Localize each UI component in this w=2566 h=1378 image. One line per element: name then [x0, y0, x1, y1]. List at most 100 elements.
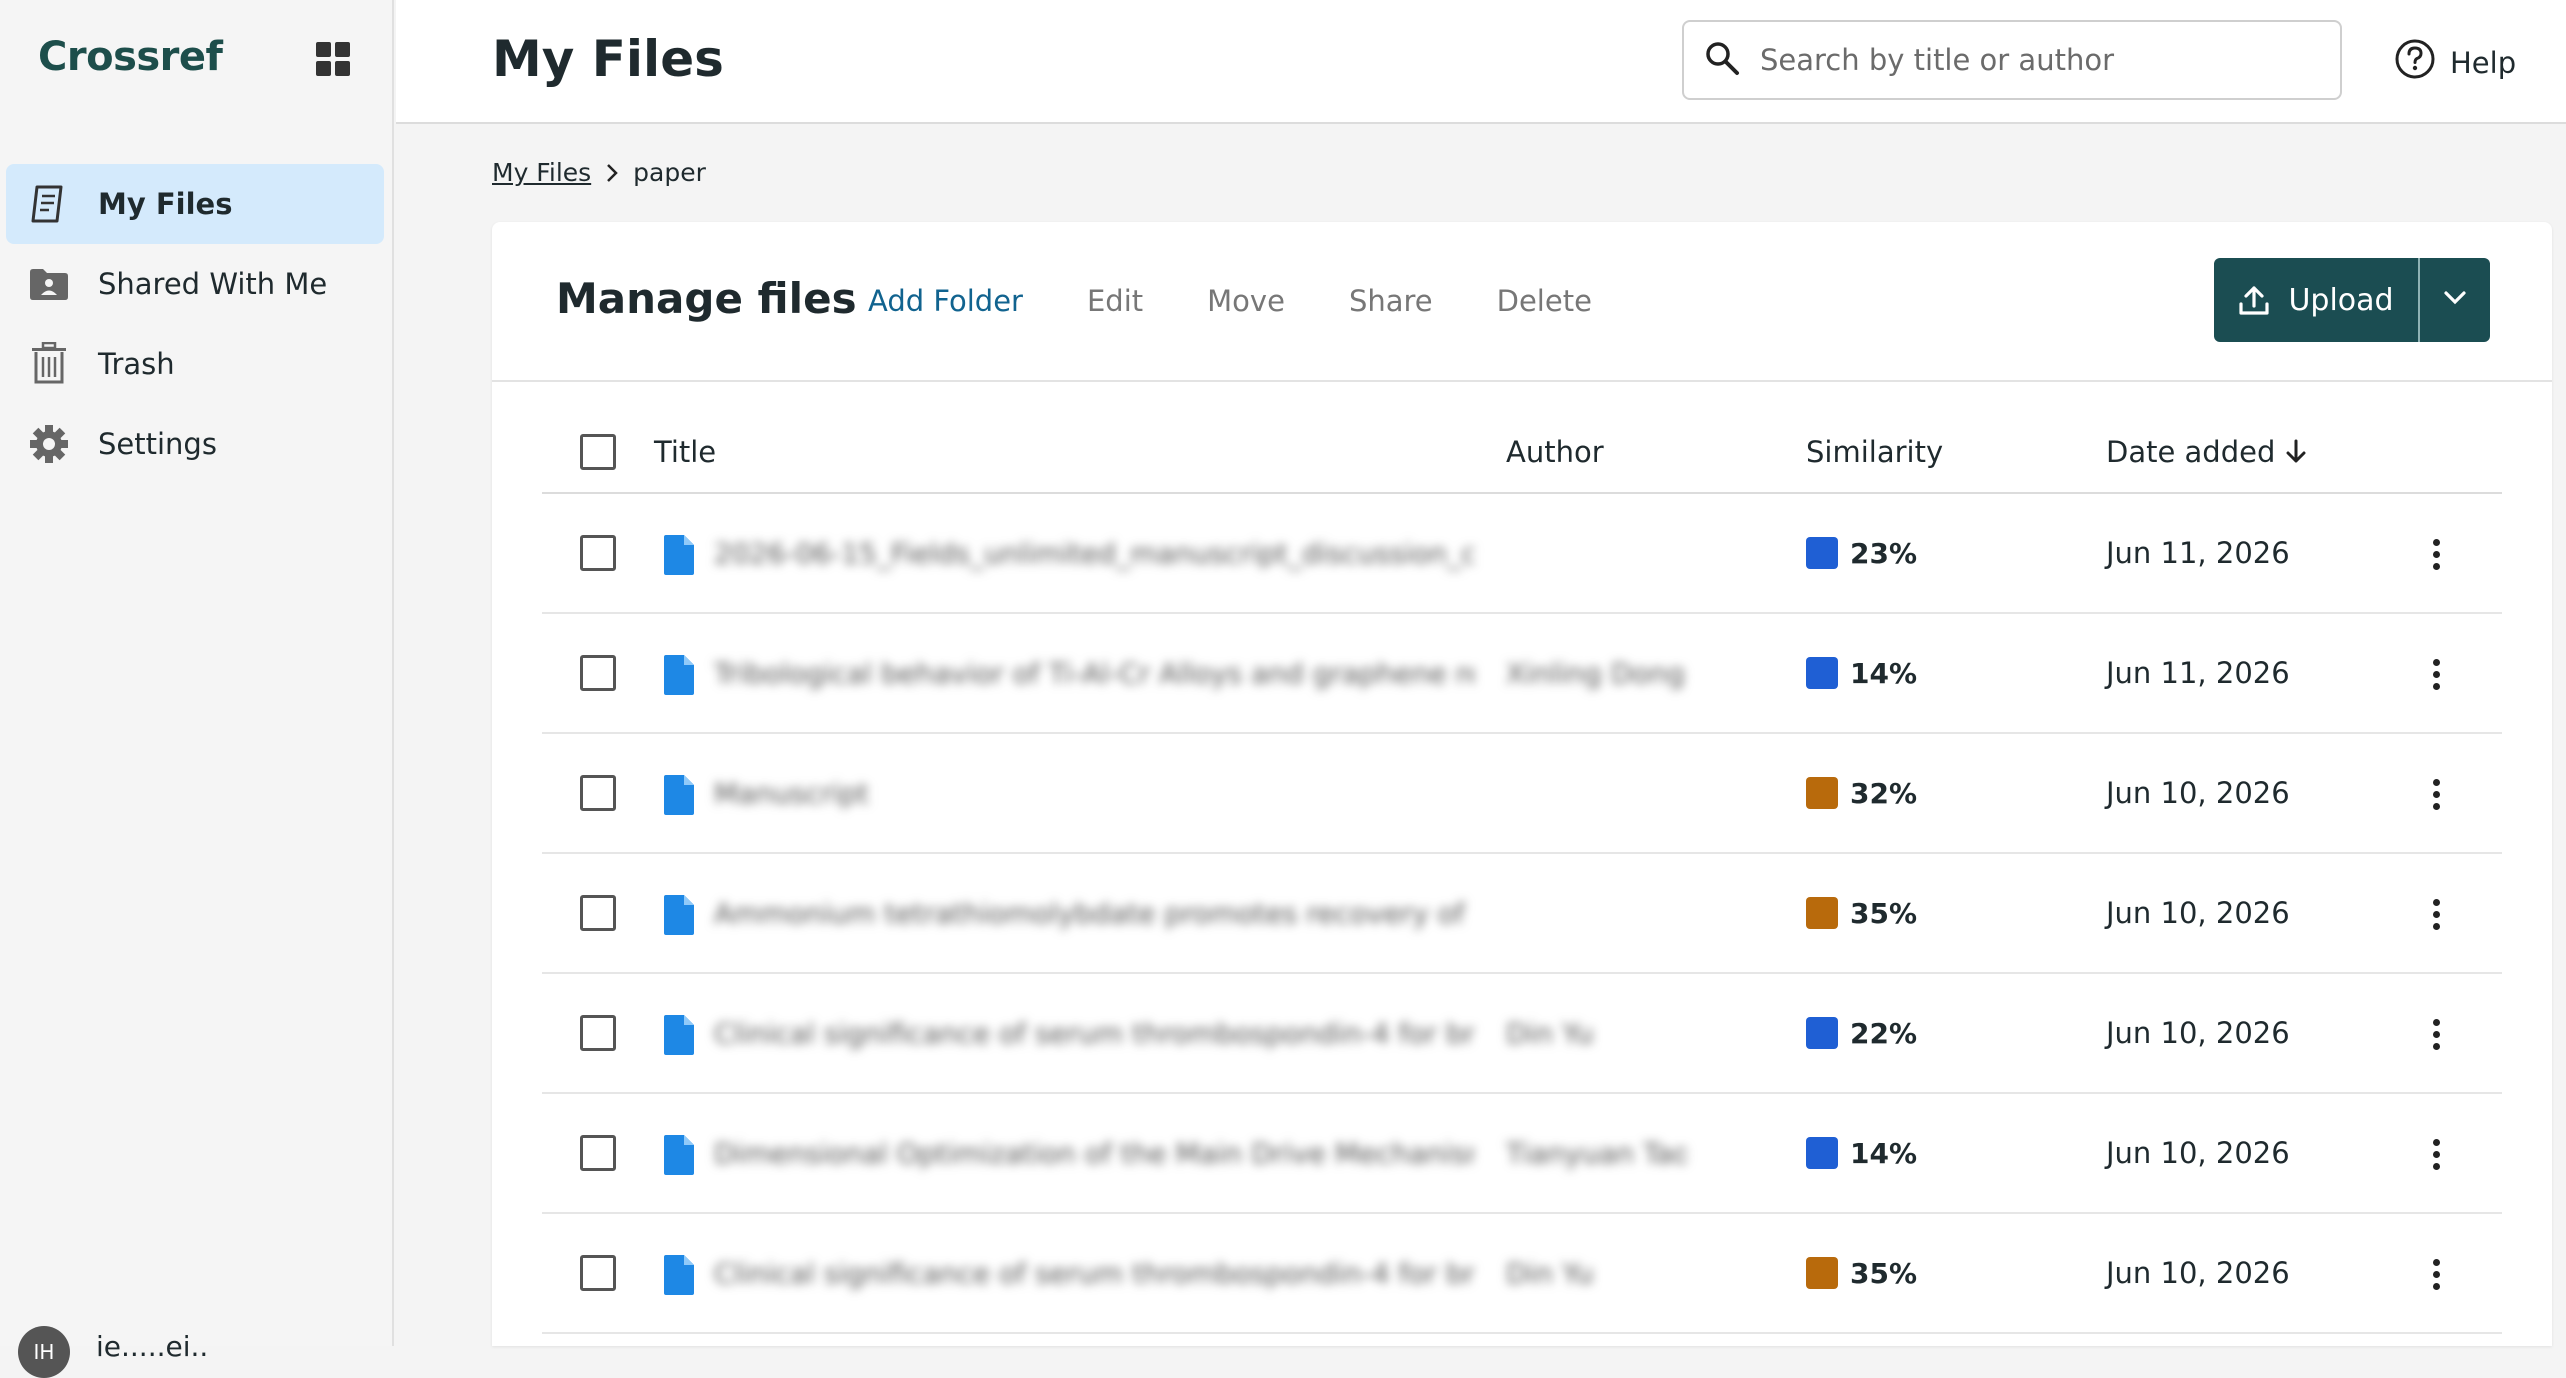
similarity-value: 23% [1850, 536, 1918, 570]
sidebar-item-shared-with-me[interactable]: Shared With Me [6, 244, 384, 324]
help-icon [2394, 38, 2436, 87]
similarity-swatch [1806, 777, 1838, 809]
date-added: Jun 10, 2026 [2106, 896, 2290, 930]
chevron-down-icon [2443, 290, 2467, 310]
file-icon [662, 534, 696, 580]
table-row[interactable]: Clinical significance of serum thrombosp… [542, 974, 2502, 1094]
similarity-score[interactable]: 23% [1806, 537, 1917, 570]
more-options-icon[interactable] [2416, 654, 2456, 694]
help-button[interactable]: Help [2394, 38, 2516, 87]
row-checkbox[interactable] [580, 1135, 616, 1171]
table-row[interactable]: 2026-06-15_Fields_unlimited_manuscript_d… [542, 494, 2502, 614]
similarity-value: 14% [1850, 1136, 1918, 1170]
user-name[interactable]: ie.....ei.. [96, 1330, 208, 1363]
more-options-icon[interactable] [2416, 534, 2456, 574]
file-icon [662, 1134, 696, 1180]
sidebar-item-trash[interactable]: Trash [6, 324, 384, 404]
add-folder-button[interactable]: Add Folder [868, 284, 1023, 318]
file-title[interactable]: Tribological behavior of Ti-Al-Cr Alloys… [714, 657, 1474, 690]
search-box[interactable] [1682, 20, 2342, 100]
file-icon [662, 654, 696, 700]
file-icon [662, 894, 696, 940]
files-table: Title Author Similarity Date added 2026-… [542, 412, 2502, 1334]
upload-split-button: Upload [2214, 258, 2490, 342]
more-options-icon[interactable] [2416, 1134, 2456, 1174]
column-title[interactable]: Title [654, 435, 716, 469]
sidebar-item-settings[interactable]: Settings [6, 404, 384, 484]
similarity-value: 14% [1850, 656, 1918, 690]
table-row[interactable]: Tribological behavior of Ti-Al-Cr Alloys… [542, 614, 2502, 734]
sidebar-item-my-files[interactable]: My Files [6, 164, 384, 244]
breadcrumb-root-link[interactable]: My Files [492, 158, 591, 187]
table-row[interactable]: Manuscript 32% Jun 10, 2026 [542, 734, 2502, 854]
similarity-score[interactable]: 35% [1806, 897, 1917, 930]
row-checkbox[interactable] [580, 775, 616, 811]
upload-button[interactable]: Upload [2214, 258, 2418, 342]
file-title[interactable]: 2026-06-15_Fields_unlimited_manuscript_d… [714, 537, 1474, 570]
similarity-value: 32% [1850, 776, 1918, 810]
date-added: Jun 10, 2026 [2106, 1136, 2290, 1170]
table-row[interactable]: Ammonium tetrathiomolybdate promotes rec… [542, 854, 2502, 974]
breadcrumb-current: paper [633, 158, 706, 187]
avatar[interactable]: IH [18, 1326, 70, 1378]
similarity-value: 35% [1850, 1256, 1918, 1290]
row-checkbox[interactable] [580, 1255, 616, 1291]
upload-icon [2238, 284, 2270, 316]
more-options-icon[interactable] [2416, 1254, 2456, 1294]
help-label: Help [2450, 45, 2517, 80]
sidebar-item-label: Trash [98, 347, 175, 381]
more-options-icon[interactable] [2416, 894, 2456, 934]
similarity-score[interactable]: 35% [1806, 1257, 1917, 1290]
table-row[interactable]: Dimensional Optimization of the Main Dri… [542, 1094, 2502, 1214]
file-title[interactable]: Dimensional Optimization of the Main Dri… [714, 1137, 1474, 1170]
panel-header: Manage files Add Folder Edit Move Share … [492, 222, 2552, 382]
file-title[interactable]: Clinical significance of serum thrombosp… [714, 1017, 1474, 1050]
share-button[interactable]: Share [1349, 284, 1433, 318]
search-input[interactable] [1758, 42, 2318, 78]
file-title[interactable]: Ammonium tetrathiomolybdate promotes rec… [714, 897, 1474, 930]
row-checkbox[interactable] [580, 535, 616, 571]
file-author: Din Yu [1506, 1016, 1594, 1050]
file-title[interactable]: Manuscript [714, 777, 1474, 810]
column-similarity[interactable]: Similarity [1806, 435, 1943, 469]
delete-button[interactable]: Delete [1497, 284, 1592, 318]
file-title[interactable]: Clinical significance of serum thrombosp… [714, 1257, 1474, 1290]
column-date-label: Date added [2106, 435, 2276, 469]
similarity-score[interactable]: 32% [1806, 777, 1917, 810]
app-grid-icon[interactable] [316, 42, 350, 76]
date-added: Jun 11, 2026 [2106, 656, 2290, 690]
shared-folder-icon [26, 261, 72, 307]
sidebar-item-label: My Files [98, 187, 233, 221]
edit-button[interactable]: Edit [1087, 284, 1143, 318]
column-author[interactable]: Author [1506, 435, 1604, 469]
gear-icon [26, 421, 72, 467]
brand-logo[interactable]: Crossref [38, 34, 223, 80]
row-checkbox[interactable] [580, 895, 616, 931]
file-author: Din Yu [1506, 1256, 1594, 1290]
sidebar-item-label: Settings [98, 427, 217, 461]
sidebar-item-label: Shared With Me [98, 267, 328, 301]
breadcrumb: My Files paper [492, 158, 706, 187]
panel-title: Manage files [556, 274, 857, 323]
table-row[interactable]: Clinical significance of serum thrombosp… [542, 1214, 2502, 1334]
column-date-added[interactable]: Date added [2106, 435, 2307, 469]
select-all-checkbox[interactable] [580, 434, 616, 470]
similarity-score[interactable]: 14% [1806, 1137, 1917, 1170]
file-icon [662, 1014, 696, 1060]
sidebar: Crossref My Files Shared With Me Trash S… [0, 0, 394, 1378]
move-button[interactable]: Move [1207, 284, 1285, 318]
more-options-icon[interactable] [2416, 1014, 2456, 1054]
sidebar-nav: My Files Shared With Me Trash Settings [6, 164, 384, 484]
upload-label: Upload [2288, 282, 2394, 318]
upload-dropdown-button[interactable] [2420, 258, 2490, 342]
page-title: My Files [492, 30, 724, 88]
file-author: Tianyuan Tao [1506, 1136, 1686, 1170]
table-body: 2026-06-15_Fields_unlimited_manuscript_d… [542, 494, 2502, 1334]
row-checkbox[interactable] [580, 655, 616, 691]
more-options-icon[interactable] [2416, 774, 2456, 814]
date-added: Jun 10, 2026 [2106, 1016, 2290, 1050]
similarity-value: 22% [1850, 1016, 1918, 1050]
row-checkbox[interactable] [580, 1015, 616, 1051]
similarity-score[interactable]: 14% [1806, 657, 1917, 690]
similarity-score[interactable]: 22% [1806, 1017, 1917, 1050]
